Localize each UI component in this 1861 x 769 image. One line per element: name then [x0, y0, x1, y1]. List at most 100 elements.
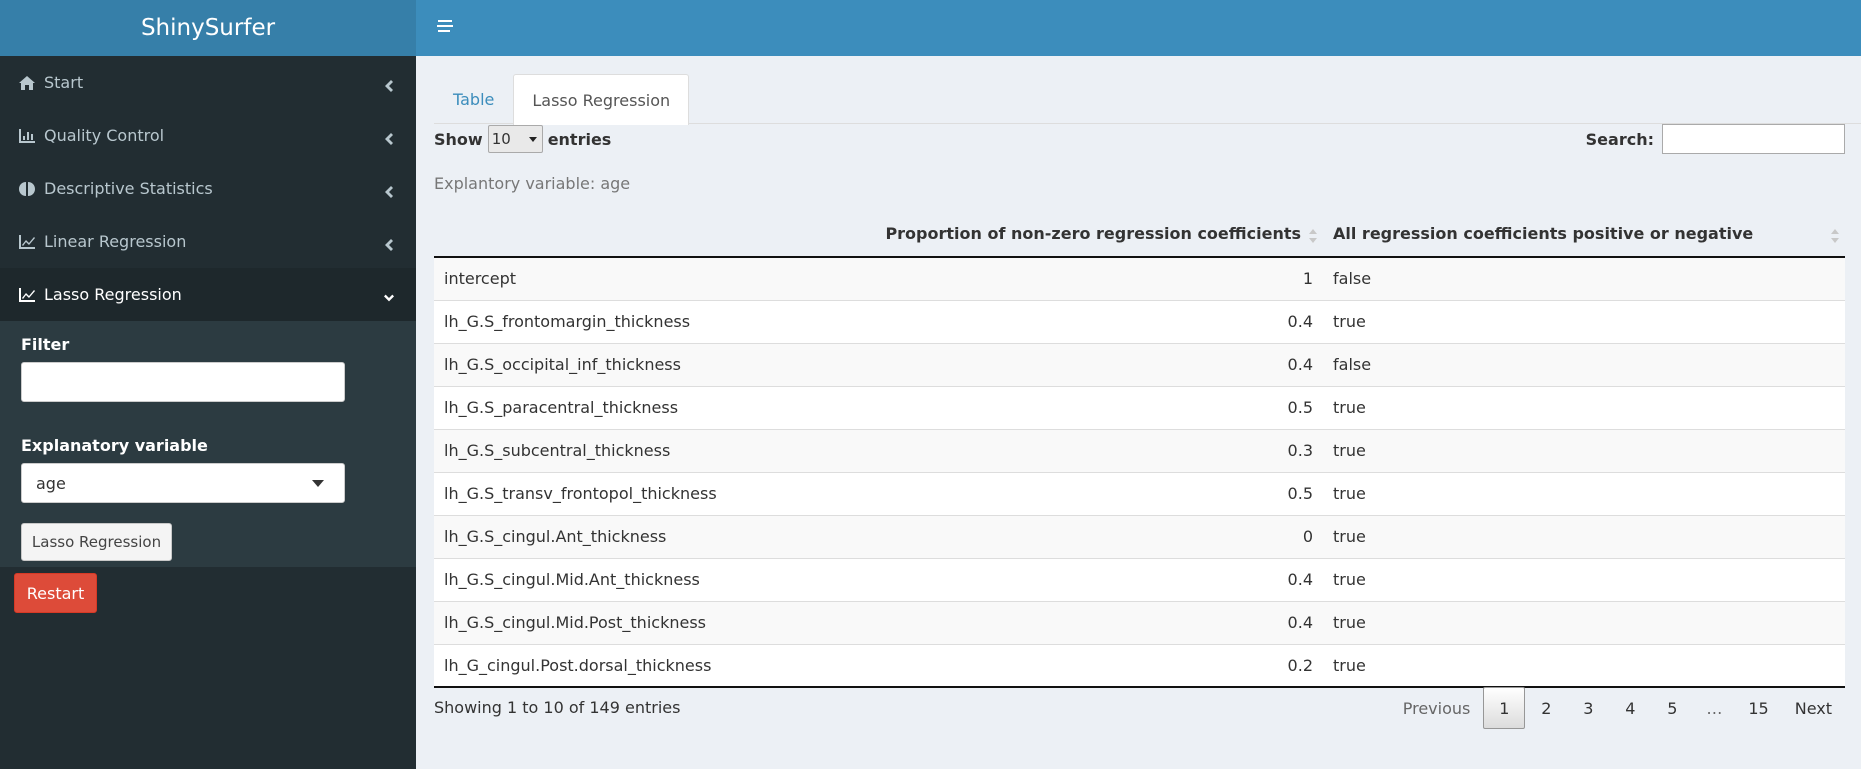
- column-header-name[interactable]: [434, 211, 774, 258]
- table-row[interactable]: lh_G.S_occipital_inf_thickness 0.4 false: [434, 342, 1845, 386]
- entries-label: entries: [547, 129, 612, 149]
- caret-down-icon: [312, 480, 324, 487]
- entries-select-value: 10: [491, 130, 511, 148]
- tab-bar: Table Lasso Regression: [434, 74, 1861, 125]
- cell-proportion: 0.5: [774, 471, 1323, 515]
- restart-button[interactable]: Restart: [14, 573, 97, 613]
- cell-sign: true: [1323, 643, 1845, 688]
- sidebar-toggle-icon[interactable]: [436, 18, 454, 34]
- tab-table[interactable]: Table: [434, 74, 513, 124]
- cell-sign: true: [1323, 385, 1845, 429]
- cell-proportion: 0.4: [774, 342, 1323, 386]
- cell-variable: lh_G.S_occipital_inf_thickness: [434, 342, 774, 386]
- cell-variable: lh_G.S_paracentral_thickness: [434, 385, 774, 429]
- sidebar-item-descriptive-statistics[interactable]: Descriptive Statistics: [0, 162, 416, 215]
- tab-lasso-regression[interactable]: Lasso Regression: [513, 74, 690, 125]
- entries-select[interactable]: 10: [487, 125, 543, 153]
- cell-sign: false: [1323, 257, 1845, 300]
- sort-icon: [1831, 228, 1839, 243]
- pagination: Previous 1 2 3 4 5 … 15 Next: [1390, 686, 1845, 730]
- explanatory-variable-select[interactable]: age: [21, 463, 345, 503]
- cell-sign: true: [1323, 299, 1845, 343]
- cell-proportion: 0.4: [774, 299, 1323, 343]
- table-row[interactable]: lh_G.S_cingul.Mid.Ant_thickness 0.4 true: [434, 557, 1845, 601]
- pagination-page[interactable]: 15: [1735, 687, 1781, 729]
- table-row[interactable]: lh_G.S_subcentral_thickness 0.3 true: [434, 428, 1845, 472]
- cell-proportion: 0.4: [774, 600, 1323, 644]
- entries-length-control: Show 10 entries: [434, 124, 611, 154]
- pagination-previous[interactable]: Previous: [1390, 687, 1484, 729]
- sidebar-item-lasso-regression[interactable]: Lasso Regression: [0, 268, 416, 321]
- cell-sign: false: [1323, 342, 1845, 386]
- cell-proportion: 0.3: [774, 428, 1323, 472]
- table-search: Search:: [1586, 124, 1845, 154]
- pagination-next[interactable]: Next: [1782, 687, 1845, 729]
- sidebar: ShinySurfer Start Quality Control Descri…: [0, 0, 416, 769]
- cell-variable: intercept: [434, 257, 774, 300]
- home-icon: [18, 75, 44, 91]
- app-logo[interactable]: ShinySurfer: [0, 0, 416, 56]
- chevron-left-icon: [384, 77, 394, 92]
- main-content: Table Lasso Regression Show 10 entries S…: [416, 56, 1861, 769]
- cell-variable: lh_G.S_cingul.Ant_thickness: [434, 514, 774, 558]
- table-row[interactable]: lh_G_cingul.Post.dorsal_thickness 0.2 tr…: [434, 643, 1845, 688]
- chevron-left-icon: [384, 236, 394, 251]
- line-chart-icon: [18, 287, 44, 303]
- line-chart-icon: [18, 234, 44, 250]
- cell-proportion: 0: [774, 514, 1323, 558]
- cell-variable: lh_G.S_transv_frontopol_thickness: [434, 471, 774, 515]
- sidebar-item-start[interactable]: Start: [0, 56, 416, 109]
- cell-proportion: 1: [774, 257, 1323, 300]
- sidebar-item-quality-control[interactable]: Quality Control: [0, 109, 416, 162]
- table-row[interactable]: lh_G.S_paracentral_thickness 0.5 true: [434, 385, 1845, 429]
- table-row[interactable]: lh_G.S_cingul.Ant_thickness 0 true: [434, 514, 1845, 558]
- sidebar-item-label: Linear Regression: [44, 232, 187, 251]
- cell-sign: true: [1323, 471, 1845, 515]
- cell-proportion: 0.2: [774, 643, 1323, 688]
- chevron-down-icon: [384, 289, 394, 301]
- brain-icon: [18, 181, 44, 197]
- cell-proportion: 0.4: [774, 557, 1323, 601]
- cell-sign: true: [1323, 557, 1845, 601]
- column-header-sign[interactable]: All regression coefficients positive or …: [1323, 211, 1845, 258]
- chevron-left-icon: [384, 183, 394, 198]
- cell-sign: true: [1323, 600, 1845, 644]
- sidebar-item-linear-regression[interactable]: Linear Regression: [0, 215, 416, 268]
- results-table: Proportion of non-zero regression coeffi…: [434, 211, 1845, 688]
- lasso-regression-button[interactable]: Lasso Regression: [21, 523, 172, 561]
- pagination-page[interactable]: 1: [1483, 687, 1526, 729]
- pagination-page[interactable]: 3: [1567, 687, 1609, 729]
- filter-label: Filter: [21, 335, 70, 354]
- search-input[interactable]: [1662, 124, 1845, 154]
- sidebar-item-label: Start: [44, 73, 84, 92]
- explanatory-variable-label: Explanatory variable: [21, 436, 208, 455]
- cell-variable: lh_G.S_cingul.Mid.Ant_thickness: [434, 557, 774, 601]
- table-row[interactable]: lh_G.S_frontomargin_thickness 0.4 true: [434, 299, 1845, 343]
- column-header-label: All regression coefficients positive or …: [1333, 224, 1754, 243]
- sidebar-item-label: Descriptive Statistics: [44, 179, 213, 198]
- filter-input[interactable]: [21, 362, 345, 402]
- pagination-page[interactable]: 2: [1525, 687, 1567, 729]
- show-label: Show: [434, 129, 483, 149]
- table-caption: Explantory variable: age: [434, 174, 631, 193]
- table-info: Showing 1 to 10 of 149 entries: [434, 698, 681, 717]
- cell-variable: lh_G.S_cingul.Mid.Post_thickness: [434, 600, 774, 644]
- pagination-page[interactable]: 5: [1651, 687, 1693, 729]
- cell-sign: true: [1323, 428, 1845, 472]
- cell-variable: lh_G_cingul.Post.dorsal_thickness: [434, 643, 774, 688]
- column-header-proportion[interactable]: Proportion of non-zero regression coeffi…: [774, 211, 1323, 258]
- table-row[interactable]: lh_G.S_cingul.Mid.Post_thickness 0.4 tru…: [434, 600, 1845, 644]
- caret-down-icon: [528, 137, 537, 142]
- cell-variable: lh_G.S_subcentral_thickness: [434, 428, 774, 472]
- cell-proportion: 0.5: [774, 385, 1323, 429]
- sort-icon: [1309, 228, 1317, 243]
- chevron-left-icon: [384, 130, 394, 145]
- pagination-page[interactable]: 4: [1609, 687, 1651, 729]
- explanatory-variable-value: age: [36, 473, 66, 493]
- lasso-controls: Filter Explanatory variable age Lasso Re…: [0, 321, 416, 567]
- search-label: Search:: [1585, 129, 1654, 149]
- table-row[interactable]: lh_G.S_transv_frontopol_thickness 0.5 tr…: [434, 471, 1845, 515]
- table-row[interactable]: intercept 1 false: [434, 257, 1845, 300]
- top-bar: [416, 0, 1861, 56]
- column-header-label: Proportion of non-zero regression coeffi…: [885, 224, 1301, 243]
